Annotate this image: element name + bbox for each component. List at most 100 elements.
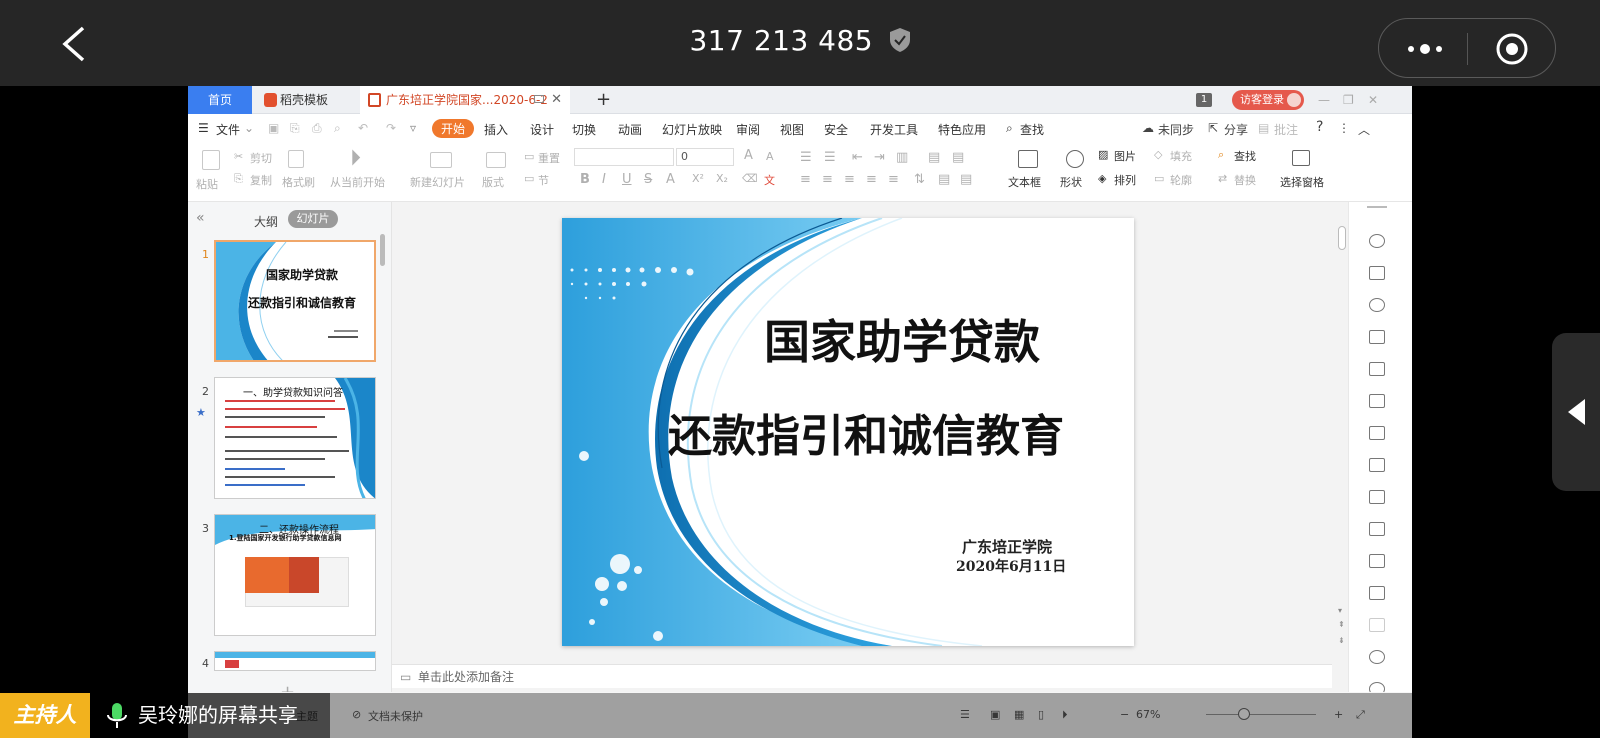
maximize-icon[interactable]: ❐ (1343, 86, 1354, 114)
paste-icon[interactable] (202, 150, 220, 170)
font-color-icon[interactable]: A (666, 172, 675, 187)
menu-search[interactable]: 查找 (1020, 121, 1044, 138)
fill-button[interactable]: 填充 (1170, 148, 1192, 164)
pane-grip-icon[interactable] (1367, 206, 1387, 208)
share-icon[interactable]: ⇱ (1208, 121, 1218, 135)
chevron-down-icon[interactable]: ⌄ (244, 121, 254, 135)
comment-icon[interactable]: ▤ (1258, 121, 1269, 135)
columns-icon[interactable]: ▥ (896, 150, 908, 165)
new-slide-icon[interactable] (430, 152, 452, 168)
undo-icon[interactable]: ↶ (358, 121, 368, 135)
shape-pane-icon[interactable] (1369, 298, 1385, 312)
editor-scrollbar-thumb[interactable] (1338, 226, 1346, 250)
slide-thumbnail-2[interactable]: 一、助学贷款知识问答 (214, 377, 376, 499)
share-button[interactable]: 分享 (1224, 121, 1248, 138)
unsync-label[interactable]: 未同步 (1158, 121, 1194, 138)
section-button[interactable]: 节 (538, 172, 549, 188)
new-slide-button[interactable]: 新建幻灯片 (410, 174, 465, 190)
window-pin-icon[interactable] (534, 95, 544, 103)
comment-button[interactable]: 批注 (1274, 121, 1298, 138)
selection-pane-icon[interactable] (1292, 150, 1310, 166)
more-dots-icon[interactable] (1405, 37, 1445, 61)
smartart-icon[interactable]: ▤ (960, 172, 972, 187)
table-icon[interactable] (1369, 362, 1385, 376)
distribute-icon[interactable]: ≡ (888, 172, 899, 187)
slide-date[interactable]: 2020年6月11日 (956, 556, 1066, 576)
save-icon[interactable]: ▣ (268, 121, 279, 135)
scroll-down-icon[interactable]: ▾ (1338, 606, 1342, 615)
close-window-icon[interactable]: ✕ (1368, 86, 1378, 114)
from-current-button[interactable]: 从当前开始 (330, 174, 385, 190)
current-slide[interactable]: 国家助学贷款 还款指引和诚信教育 广东培正学院 2020年6月11日 (562, 218, 1134, 646)
side-drawer-handle[interactable] (1552, 333, 1600, 491)
menu-security[interactable]: 安全 (824, 121, 848, 138)
reset-icon[interactable]: ▭ (524, 150, 534, 163)
align-right-icon[interactable]: ≡ (844, 172, 855, 187)
paragraph-icon[interactable]: ▤ (952, 150, 964, 165)
menu-slideshow[interactable]: 幻灯片放映 (662, 121, 722, 138)
grow-font-icon[interactable]: A (744, 148, 753, 163)
text-direction-icon[interactable]: ⇅ (914, 172, 925, 187)
print-preview-icon[interactable]: ⌕ (334, 121, 341, 136)
visitor-login-button[interactable]: 访客登录 (1232, 90, 1304, 110)
format-painter-icon[interactable] (288, 150, 304, 168)
superscript-icon[interactable]: X² (692, 172, 704, 185)
notes-area[interactable]: ▭ 单击此处添加备注 (392, 664, 1332, 688)
replace-button[interactable]: 替换 (1234, 172, 1256, 188)
copy-button[interactable]: 复制 (250, 172, 272, 188)
tab-outline[interactable]: 大纲 (254, 213, 278, 230)
menu-view[interactable]: 视图 (780, 121, 804, 138)
picture-button[interactable]: 图片 (1114, 148, 1136, 164)
menu-design[interactable]: 设计 (530, 121, 554, 138)
cloud-icon[interactable]: ☁ (1142, 121, 1154, 135)
slide-title-line1[interactable]: 国家助学贷款 (562, 306, 1134, 372)
clear-format-icon[interactable]: ⌫ (742, 172, 758, 185)
reset-button[interactable]: 重置 (538, 150, 560, 166)
export-pane-icon[interactable] (1369, 522, 1385, 536)
customize-toolbar-icon[interactable]: ▿ (410, 121, 416, 135)
slide-thumbnail-3[interactable]: 二、还款操作流程 1.登陆国家开发银行助学贷款信息网 (214, 514, 376, 636)
line-spacing-icon[interactable]: ▤ (928, 150, 940, 165)
arrange-button[interactable]: 排列 (1114, 172, 1136, 188)
new-tab-button[interactable]: + (596, 86, 616, 114)
help-button[interactable]: ? (1316, 119, 1323, 135)
justify-icon[interactable]: ≡ (866, 172, 877, 187)
underline-icon[interactable]: U (622, 172, 632, 187)
prev-slide-icon[interactable]: ⇞ (1338, 620, 1345, 629)
scissors-icon[interactable]: ✂ (234, 150, 243, 163)
chart-icon[interactable] (1369, 426, 1385, 440)
slide-thumbnail-4[interactable] (214, 651, 376, 671)
layout-icon[interactable] (486, 152, 506, 168)
outline-icon[interactable]: ▭ (1154, 172, 1164, 185)
minimize-icon[interactable]: — (1318, 86, 1330, 114)
align-center-icon[interactable]: ≡ (822, 172, 833, 187)
shape-button[interactable]: 形状 (1060, 174, 1082, 190)
close-tab-icon[interactable]: ✕ (551, 86, 562, 114)
layers-icon[interactable] (1369, 330, 1385, 344)
tab-slides[interactable]: 幻灯片 (288, 210, 338, 228)
close-target-icon[interactable] (1494, 31, 1530, 67)
picture-icon[interactable]: ▨ (1098, 148, 1108, 161)
tab-document[interactable]: 广东培正学院国家...2020-6-2 ✕ (360, 86, 570, 114)
print-icon[interactable]: ⎙ (312, 121, 322, 136)
play-icon[interactable]: ⏵ (350, 146, 361, 171)
slide-title-line2[interactable]: 还款指引和诚信教育 (668, 400, 1134, 464)
menu-animation[interactable]: 动画 (618, 121, 642, 138)
redo-icon[interactable]: ↷ (386, 121, 396, 135)
slide-thumbnail-1[interactable]: 国家助学贷款 还款指引和诚信教育 (214, 240, 376, 362)
menu-start[interactable]: 开始 (432, 119, 475, 138)
search-icon[interactable]: ⌕ (1006, 121, 1013, 136)
strikethrough-icon[interactable]: S (644, 172, 652, 187)
next-slide-icon[interactable]: ⇟ (1338, 636, 1345, 645)
font-name-input[interactable] (574, 148, 674, 166)
menu-transition[interactable]: 切换 (572, 121, 596, 138)
increase-indent-icon[interactable]: ⇥ (874, 150, 885, 165)
layout-pane-icon[interactable] (1369, 266, 1385, 280)
bold-icon[interactable]: B (580, 172, 590, 187)
slide-organization[interactable]: 广东培正学院 (962, 536, 1052, 557)
apps-grid-icon[interactable] (1369, 394, 1385, 408)
paste-button[interactable]: 粘贴 (196, 176, 218, 192)
cut-button[interactable]: 剪切 (250, 150, 272, 166)
shrink-font-icon[interactable]: A (766, 150, 774, 163)
export-icon[interactable]: ⎘ (290, 121, 300, 136)
